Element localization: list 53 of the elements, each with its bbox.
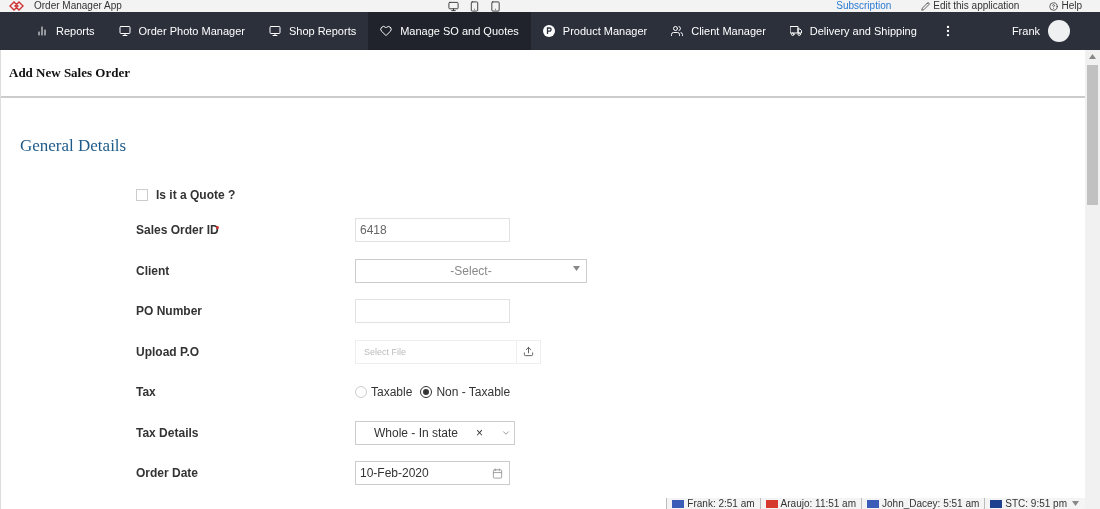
clear-button[interactable]: × — [476, 425, 484, 440]
p-circle-icon — [542, 25, 555, 37]
nav-tab[interactable]: Client Manager — [659, 12, 778, 50]
link[interactable]: Subscription — [826, 0, 902, 12]
radio-label: Taxable — [371, 385, 413, 400]
scrollbar[interactable] — [1085, 50, 1100, 509]
text-field[interactable]: 6418 — [355, 218, 510, 243]
field-label: Client — [136, 263, 171, 278]
dropdown[interactable]: -Select- — [355, 258, 587, 283]
field-label: PO Number — [136, 304, 203, 319]
caret-icon — [573, 265, 580, 271]
section-title: General Details — [20, 136, 128, 156]
radio-label: Non - Taxable — [436, 385, 511, 400]
page-title: Add New Sales Order — [9, 65, 130, 81]
chart-icon — [36, 25, 48, 37]
checkbox[interactable] — [136, 189, 148, 201]
clock-label: STC: 9:51 pm — [1005, 498, 1067, 509]
user-name: Frank — [1011, 25, 1040, 37]
nav-tab[interactable]: Reports — [24, 12, 107, 50]
calendar-icon[interactable] — [492, 467, 503, 479]
clock-label: Araujo: 11:51 am — [780, 498, 856, 509]
text-field[interactable] — [355, 299, 510, 324]
app-title: Order Manager App — [34, 0, 122, 12]
dropdown-value: Whole - In state — [374, 425, 459, 440]
upload-icon — [523, 346, 534, 358]
clock-label: Frank: 2:51 am — [687, 498, 755, 509]
phone-icon[interactable] — [468, 0, 480, 12]
dropdown[interactable]: Whole - In state × — [355, 420, 515, 445]
monitor-icon — [118, 25, 131, 37]
nav-tab[interactable]: Delivery and Shipping — [777, 12, 929, 50]
caret-icon — [1072, 501, 1079, 506]
nav-tab[interactable]: Order Photo Manager — [106, 12, 257, 50]
nav-tab[interactable]: Product Manager — [530, 12, 660, 50]
date-field[interactable]: 10-Feb-2020 — [355, 461, 510, 486]
scroll-up-icon — [1089, 54, 1096, 59]
field-label: Tax Details — [136, 425, 200, 440]
field-label: Order Date — [136, 466, 200, 481]
heart-icon — [380, 25, 393, 37]
field-label: Upload P.O — [136, 344, 201, 359]
nav-tab[interactable]: Shop Reports — [256, 12, 369, 50]
logo-icon — [8, 1, 24, 11]
field-label: Is it a Quote ? — [156, 188, 237, 202]
monitor-icon — [268, 25, 281, 37]
avatar — [1048, 20, 1070, 42]
nav-tab[interactable]: Manage SO and Quotes — [368, 12, 531, 50]
edit-link[interactable]: Edit this application — [911, 0, 1030, 12]
field-label: Tax — [136, 385, 157, 400]
field-label: Sales Order ID — [136, 223, 220, 238]
people-icon — [671, 25, 684, 37]
tablet-icon[interactable] — [489, 0, 501, 12]
clock-label: John_Dacey: 5:51 am — [882, 498, 980, 509]
help-link[interactable]: Help — [1039, 0, 1092, 12]
scrollbar-thumb[interactable] — [1087, 65, 1098, 205]
